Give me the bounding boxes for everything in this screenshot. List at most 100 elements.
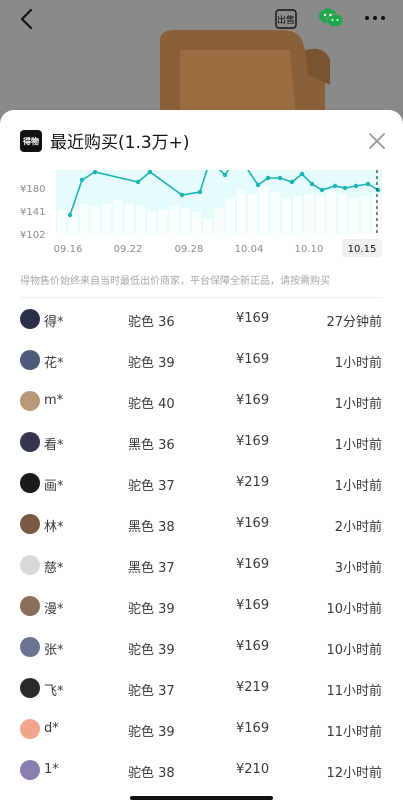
size-spec: 黑色 36 xyxy=(128,438,175,453)
price-point xyxy=(265,175,271,181)
buyer-name: 1* xyxy=(44,762,59,777)
price-point xyxy=(309,181,315,187)
avatar xyxy=(20,678,40,698)
purchase-row: 得* 驼色 36 ¥169 27分钟前 xyxy=(0,299,403,340)
volume-bar xyxy=(158,210,168,234)
purchase-row: 飞* 驼色 37 ¥219 11小时前 xyxy=(0,668,403,709)
purchase-price: ¥219 xyxy=(236,475,270,490)
avatar xyxy=(20,719,40,739)
size-spec: 驼色 39 xyxy=(128,356,175,371)
purchase-price: ¥169 xyxy=(236,393,270,408)
price-point xyxy=(255,182,261,188)
price-point xyxy=(222,172,228,178)
price-point xyxy=(179,192,185,198)
dewu-logo: 得物 xyxy=(20,130,42,152)
purchase-row: 1* 驼色 38 ¥210 12小时前 xyxy=(0,750,403,791)
price-trend-svg: ¥180 ¥141 ¥102 09.16 09.22 09.28 10.04 10.10 10… xyxy=(20,170,382,257)
purchase-price: ¥169 xyxy=(236,639,270,654)
avatar xyxy=(20,596,40,616)
price-point xyxy=(92,170,98,175)
purchase-time: 10小时前 xyxy=(326,643,382,658)
volume-bar xyxy=(225,198,235,234)
buyer-name: 林* xyxy=(44,520,64,535)
avatar xyxy=(20,760,40,780)
volume-bar xyxy=(180,208,190,234)
price-point xyxy=(147,170,153,175)
purchase-row: 慈* 黑色 37 ¥169 3小时前 xyxy=(0,545,403,586)
purchase-price: ¥169 xyxy=(236,434,270,449)
avatar xyxy=(20,432,40,452)
sell-button[interactable]: 出售 xyxy=(274,7,298,31)
volume-bar xyxy=(259,186,269,234)
sheet-header: 得物 最近购买(1.3万+) xyxy=(0,110,403,170)
recent-purchases-sheet: 得物 最近购买(1.3万+) ¥180 ¥141 ¥102 09.16 09.22 09… xyxy=(0,110,403,800)
volume-bar xyxy=(113,200,123,234)
purchase-time: 10小时前 xyxy=(326,602,382,617)
volume-bar xyxy=(281,198,292,234)
volume-bar xyxy=(270,192,280,234)
product-photo xyxy=(160,30,330,120)
volume-bar xyxy=(293,196,303,234)
price-trend-chart: ¥180 ¥141 ¥102 09.16 09.22 09.28 10.04 10.10 10… xyxy=(0,170,403,265)
purchase-time: 11小时前 xyxy=(326,684,382,699)
size-spec: 驼色 40 xyxy=(128,397,175,412)
price-point xyxy=(289,179,295,185)
avatar xyxy=(20,555,40,575)
price-point xyxy=(353,183,359,189)
price-notice: 得物售价始终来自当时最低出价商家，平台保障全新正品，请按需购买 xyxy=(20,276,330,287)
y-tick-label: ¥102 xyxy=(20,230,45,241)
close-icon[interactable] xyxy=(366,130,388,152)
top-nav-bar: 出售 xyxy=(0,0,403,40)
more-dots-icon[interactable] xyxy=(364,9,386,27)
volume-bar xyxy=(349,198,359,234)
size-spec: 驼色 39 xyxy=(128,643,175,658)
wechat-icon[interactable] xyxy=(318,7,344,29)
avatar xyxy=(20,514,40,534)
purchase-price: ¥169 xyxy=(236,311,270,326)
chevron-left-icon[interactable] xyxy=(16,7,40,31)
price-point xyxy=(67,212,73,218)
x-tick-label: 10.04 xyxy=(235,244,264,255)
price-point xyxy=(197,189,203,195)
price-point xyxy=(299,171,305,177)
y-tick-label: ¥180 xyxy=(20,184,45,195)
volume-bar xyxy=(90,206,100,234)
volume-bar xyxy=(315,196,325,234)
purchase-row: 画* 驼色 37 ¥219 1小时前 xyxy=(0,463,403,504)
price-point xyxy=(319,187,325,193)
purchase-row: 花* 驼色 39 ¥169 1小时前 xyxy=(0,340,403,381)
buyer-name: 画* xyxy=(44,479,64,494)
price-point xyxy=(342,185,348,191)
purchase-price: ¥169 xyxy=(236,352,270,367)
purchase-price: ¥219 xyxy=(236,680,270,695)
purchase-price: ¥169 xyxy=(236,557,270,572)
purchase-row: d* 驼色 39 ¥169 11小时前 xyxy=(0,709,403,750)
x-tick-label: 10.15 xyxy=(348,244,377,255)
size-spec: 黑色 38 xyxy=(128,520,175,535)
avatar xyxy=(20,391,40,411)
price-point xyxy=(332,183,338,189)
purchase-price: ¥169 xyxy=(236,721,270,736)
price-point xyxy=(365,181,371,187)
buyer-name: 得* xyxy=(44,315,64,330)
size-spec: 驼色 39 xyxy=(128,602,175,617)
volume-bar xyxy=(146,212,157,234)
volume-bar xyxy=(304,194,314,234)
avatar xyxy=(20,473,40,493)
volume-bar xyxy=(191,212,202,234)
volume-bar xyxy=(57,210,67,234)
purchase-time: 27分钟前 xyxy=(326,315,382,330)
x-tick-label: 09.22 xyxy=(114,244,143,255)
purchase-price: ¥210 xyxy=(236,762,270,777)
y-tick-label: ¥141 xyxy=(20,207,45,218)
volume-bar xyxy=(203,218,213,234)
size-spec: 驼色 39 xyxy=(128,725,175,740)
volume-bar xyxy=(248,194,258,234)
buyer-name: 慈* xyxy=(44,561,64,576)
volume-bar xyxy=(360,196,370,234)
buyer-name: 张* xyxy=(44,643,64,658)
volume-bar xyxy=(68,206,78,234)
volume-bar xyxy=(135,206,145,234)
volume-bar xyxy=(214,208,224,234)
volume-bar xyxy=(236,190,247,234)
